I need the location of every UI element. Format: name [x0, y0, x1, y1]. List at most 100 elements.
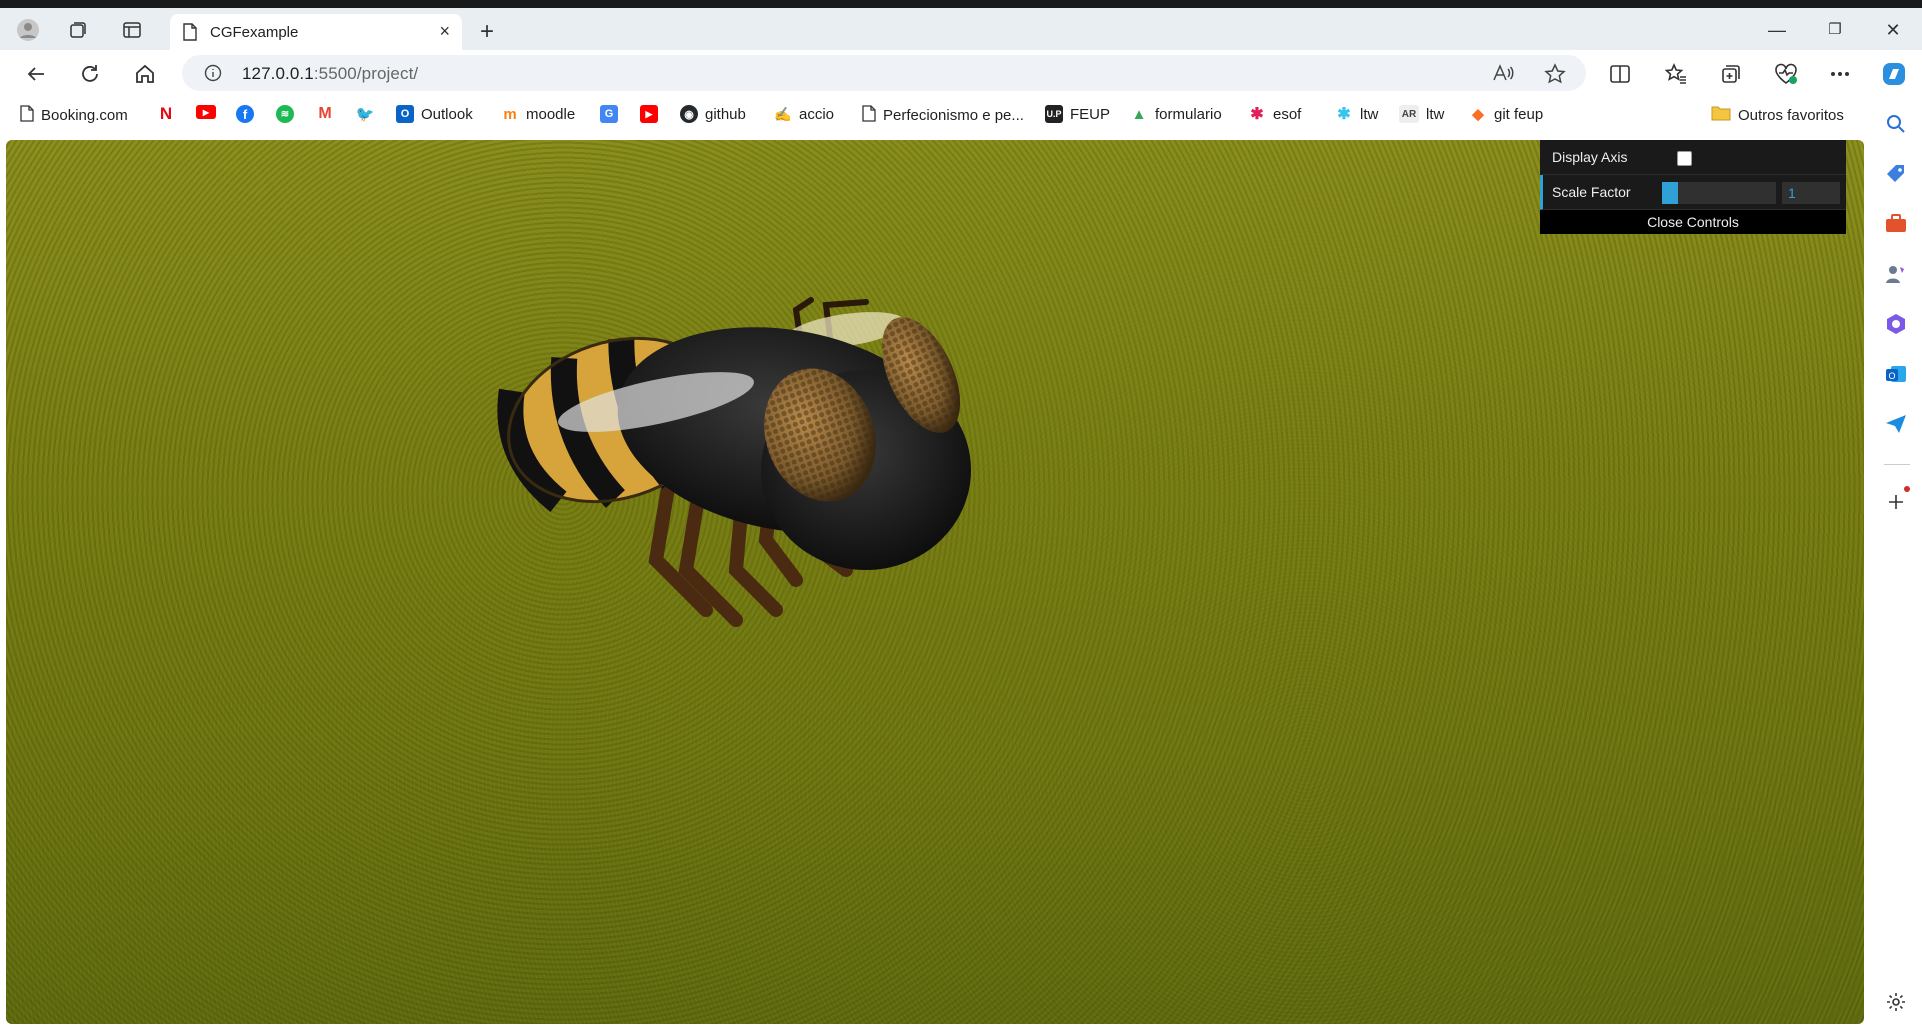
scale-factor-row: Scale Factor [1540, 175, 1846, 210]
add-icon[interactable] [1884, 486, 1910, 514]
split-screen-icon[interactable] [1606, 60, 1634, 88]
translate-icon: G [600, 105, 618, 123]
netflix-icon: N [157, 104, 175, 123]
url-host: 127.0.0.1 [242, 64, 314, 83]
outlook-sidebar-icon[interactable]: O [1884, 362, 1908, 386]
bookmark-moodle[interactable]: m moodle [501, 105, 575, 123]
svg-text:O: O [1888, 371, 1895, 381]
bookmark-label: ltw [1360, 105, 1379, 123]
bookmark-perfecionismo[interactable]: Perfecionismo e pe... [862, 105, 1024, 126]
close-controls-button[interactable]: Close Controls [1540, 210, 1846, 234]
bookmark-gmail[interactable]: M [316, 105, 334, 123]
drive-icon: ▲ [1130, 105, 1148, 123]
bookmark-label: Booking.com [41, 107, 128, 124]
tab-title: CGFexample [210, 24, 299, 41]
folder-icon [1711, 105, 1731, 125]
minimize-button[interactable]: — [1754, 20, 1800, 41]
slack-icon: ✱ [1335, 105, 1353, 123]
favorite-star-icon[interactable] [1544, 63, 1566, 88]
twitter-icon: 🐦 [355, 105, 375, 123]
workspaces-icon[interactable] [64, 16, 92, 44]
bookmark-esof[interactable]: ✱ esof [1248, 105, 1301, 123]
window-top-strip [0, 0, 1922, 8]
back-icon[interactable] [22, 60, 50, 88]
bookmark-gitfeup[interactable]: ◆ git feup [1469, 105, 1543, 123]
collections-icon[interactable] [1717, 60, 1745, 88]
close-window-button[interactable]: ✕ [1870, 20, 1916, 41]
tab-actions-icon[interactable] [118, 16, 146, 44]
more-options-icon[interactable] [1826, 60, 1854, 88]
video-icon: ▶ [640, 105, 658, 123]
url-path: :5500/project/ [313, 64, 419, 83]
bookmark-youtube[interactable]: ▶ [196, 105, 216, 119]
page-icon [20, 105, 34, 126]
refresh-icon[interactable] [76, 60, 104, 88]
url-text[interactable]: 127.0.0.1:5500/project/ [242, 64, 418, 84]
controls-panel: Display Axis Scale Factor Close Controls [1540, 140, 1846, 234]
tab-cgfexample[interactable]: CGFexample × [170, 14, 462, 50]
site-info-icon[interactable] [204, 64, 222, 85]
favorites-icon[interactable] [1662, 60, 1690, 88]
moodle-icon: m [501, 105, 519, 123]
bookmark-label: Outlook [421, 105, 473, 123]
bookmark-label: esof [1273, 105, 1302, 123]
navigation-bar: 127.0.0.1:5500/project/ [0, 50, 1922, 96]
bookmark-video[interactable]: ▶ [640, 105, 658, 123]
feup-icon: U.P [1045, 105, 1063, 123]
other-favorites-label: Outros favoritos [1738, 106, 1844, 124]
scale-factor-input[interactable] [1782, 182, 1840, 204]
bookmark-spotify[interactable]: ≋ [276, 105, 294, 123]
address-bar[interactable]: 127.0.0.1:5500/project/ [182, 55, 1586, 91]
outlook-icon: O [396, 105, 414, 123]
copilot-icon[interactable] [1880, 60, 1908, 88]
maximize-button[interactable]: ❐ [1812, 20, 1858, 38]
bookmark-github[interactable]: ◉ github [680, 105, 746, 123]
home-icon[interactable] [131, 60, 159, 88]
display-axis-checkbox[interactable] [1677, 151, 1692, 166]
scale-factor-label: Scale Factor [1552, 184, 1631, 200]
bookmark-label: git feup [1494, 105, 1544, 123]
bookmark-ltw-slack[interactable]: ✱ ltw [1335, 105, 1378, 123]
gitlab-icon: ◆ [1469, 105, 1487, 123]
bookmark-netflix[interactable]: N [157, 104, 175, 123]
gmail-icon: M [316, 105, 334, 123]
display-axis-label: Display Axis [1552, 149, 1628, 165]
tab-bar: CGFexample × + — ❐ ✕ [0, 8, 1922, 50]
browser-essentials-icon[interactable] [1772, 60, 1800, 88]
microsoft365-icon[interactable] [1884, 312, 1908, 336]
other-favorites-folder[interactable]: Outros favoritos [1711, 105, 1844, 125]
bookmark-booking[interactable]: Booking.com [20, 105, 128, 126]
shopping-tag-icon[interactable] [1884, 162, 1908, 186]
bookmark-label: Perfecionismo e pe... [883, 107, 1024, 124]
read-aloud-icon[interactable] [1492, 63, 1514, 86]
scale-factor-slider-fill [1662, 182, 1678, 204]
bookmark-feup[interactable]: U.P FEUP [1045, 105, 1110, 123]
bookmark-accio[interactable]: ✍ accio [774, 105, 834, 123]
bookmarks-bar: Booking.com N ▶ f ≋ M 🐦 O Outlook m mood… [0, 96, 1870, 134]
scale-factor-slider[interactable] [1662, 182, 1776, 204]
sidebar-divider [1884, 464, 1910, 465]
page-icon [862, 105, 876, 126]
bookmark-formulario[interactable]: ▲ formulario [1130, 105, 1222, 123]
bookmark-label: ltw [1426, 105, 1445, 123]
send-icon[interactable] [1884, 412, 1908, 436]
github-icon: ◉ [680, 105, 698, 123]
bookmark-ltw-ar[interactable]: AR ltw [1399, 105, 1444, 123]
games-icon[interactable] [1884, 262, 1908, 286]
new-tab-button[interactable]: + [480, 20, 494, 44]
bookmark-facebook[interactable]: f [236, 105, 254, 123]
page-icon [182, 23, 198, 44]
bookmark-translate[interactable]: G [600, 105, 618, 123]
tools-icon[interactable] [1884, 212, 1908, 236]
profile-icon[interactable] [14, 16, 42, 44]
search-icon[interactable] [1884, 112, 1908, 136]
notification-dot [1904, 486, 1910, 492]
tab-close-button[interactable]: × [439, 21, 450, 42]
bookmark-outlook[interactable]: O Outlook [396, 105, 473, 123]
settings-gear-icon[interactable] [1884, 990, 1908, 1014]
bookmark-label: accio [799, 105, 835, 123]
bee-model [497, 297, 971, 627]
spotify-icon: ≋ [276, 105, 294, 123]
webgl-scene-viewport[interactable] [6, 140, 1864, 1024]
bookmark-twitter[interactable]: 🐦 [356, 105, 374, 123]
